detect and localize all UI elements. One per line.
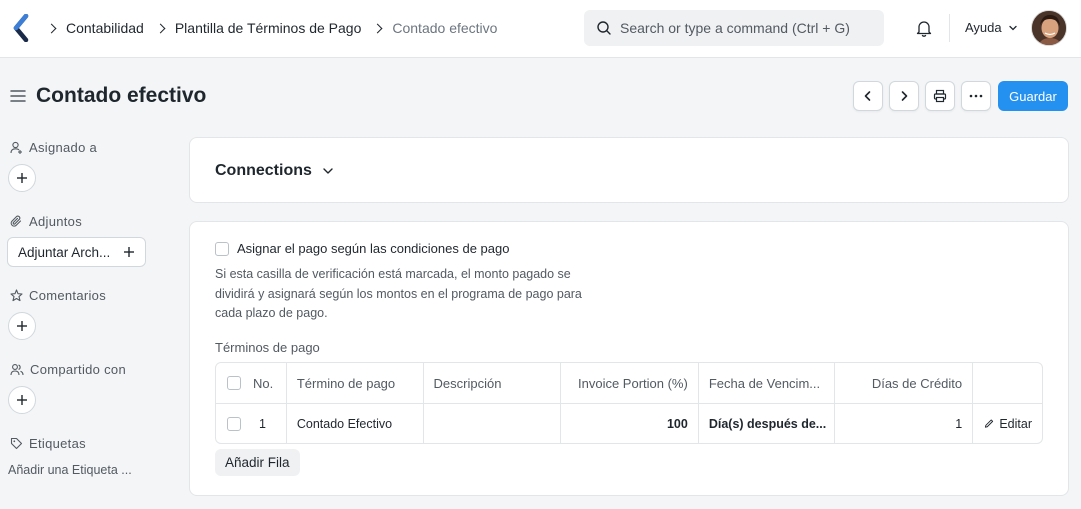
allocate-by-terms-checkbox[interactable] <box>215 241 229 256</box>
attachments-label: Adjuntos <box>29 214 82 229</box>
comments-section: Comentarios <box>10 288 106 303</box>
allocate-by-terms-field: Asignar el pago según las condiciones de… <box>215 241 509 256</box>
row-edit-label: Editar <box>999 416 1032 431</box>
chevron-down-icon <box>1008 25 1017 30</box>
chevron-right-icon <box>155 23 166 33</box>
select-all-checkbox[interactable] <box>227 376 241 390</box>
tags-label: Etiquetas <box>29 436 86 451</box>
save-button[interactable]: Guardar <box>998 81 1068 111</box>
chevron-right-icon <box>46 23 57 33</box>
column-header-portion: Invoice Portion (%) <box>560 363 698 403</box>
payment-terms-table-label: Términos de pago <box>215 340 320 355</box>
top-navbar: Contabilidad Plantilla de Términos de Pa… <box>0 0 1081 58</box>
app-logo-icon[interactable] <box>12 14 30 42</box>
search-icon <box>597 21 611 35</box>
table-header-row: No. Término de pago Descripción Invoice … <box>216 363 1042 403</box>
assigned-to-section: Asignado a <box>10 140 97 155</box>
ellipsis-icon <box>969 94 983 98</box>
add-share-button[interactable] <box>8 386 36 414</box>
pencil-icon <box>985 419 994 428</box>
chevron-left-icon <box>864 91 871 101</box>
navbar-divider <box>949 14 950 42</box>
plus-icon <box>17 395 27 405</box>
chevron-right-icon <box>901 91 908 101</box>
plus-icon <box>124 247 134 257</box>
connections-card: Connections <box>189 137 1069 203</box>
breadcrumb-current[interactable]: Contado efectivo <box>392 20 497 36</box>
column-header-description: Descripción <box>422 363 561 403</box>
row-edit-button[interactable]: Editar <box>972 404 1042 443</box>
row-portion-cell[interactable]: 100 <box>560 404 698 443</box>
notification-bell-icon[interactable] <box>914 18 934 38</box>
row-no-cell: 1 <box>216 404 286 443</box>
connections-toggle[interactable]: Connections <box>215 162 334 180</box>
add-user-icon <box>10 141 22 154</box>
attach-file-label: Adjuntar Arch... <box>18 244 111 260</box>
help-label: Ayuda <box>965 20 1002 35</box>
column-header-credit-days: Días de Crédito <box>834 363 972 403</box>
shared-with-label: Compartido con <box>30 362 126 377</box>
tags-section: Etiquetas <box>10 436 86 451</box>
connections-title: Connections <box>215 162 312 179</box>
chevron-down-icon <box>323 168 333 174</box>
more-actions-button[interactable] <box>961 81 991 111</box>
comments-label: Comentarios <box>29 288 106 303</box>
add-row-button[interactable]: Añadir Fila <box>215 449 300 476</box>
user-avatar-image <box>1032 11 1066 45</box>
paperclip-icon <box>10 215 22 227</box>
star-icon <box>10 289 23 302</box>
tag-icon <box>10 437 23 450</box>
users-icon <box>10 364 24 376</box>
print-button[interactable] <box>925 81 955 111</box>
assigned-to-label: Asignado a <box>29 140 98 155</box>
column-header-due-date: Fecha de Vencim... <box>697 363 835 403</box>
column-header-actions <box>972 363 1042 403</box>
row-term-cell[interactable]: Contado Efectivo <box>285 404 423 443</box>
breadcrumb: Contabilidad Plantilla de Términos de Pa… <box>46 0 497 56</box>
next-record-button[interactable] <box>889 81 919 111</box>
add-tag-link[interactable]: Añadir una Etiqueta ... <box>8 463 132 477</box>
plus-icon <box>17 173 27 183</box>
payment-terms-card: Asignar el pago según las condiciones de… <box>189 221 1069 496</box>
add-comment-button[interactable] <box>8 312 36 340</box>
table-row[interactable]: 1 Contado Efectivo 100 Día(s) después de… <box>216 403 1042 443</box>
row-credit-days-cell[interactable]: 1 <box>834 404 972 443</box>
row-due-date-cell[interactable]: Día(s) después de... <box>697 404 835 443</box>
help-dropdown[interactable]: Ayuda <box>965 20 1018 35</box>
breadcrumb-plantilla[interactable]: Plantilla de Términos de Pago <box>175 20 362 36</box>
plus-icon <box>17 321 27 331</box>
header-no-cell: No. <box>216 363 286 403</box>
add-assignee-button[interactable] <box>8 164 36 192</box>
attach-file-button[interactable]: Adjuntar Arch... <box>7 237 146 267</box>
allocate-by-terms-label: Asignar el pago según las condiciones de… <box>237 241 510 256</box>
shared-with-section: Compartido con <box>10 362 126 377</box>
row-no: 1 <box>259 416 266 431</box>
page-title: Contado efectivo <box>36 84 207 107</box>
search-bar[interactable] <box>584 10 884 46</box>
payment-terms-table: No. Término de pago Descripción Invoice … <box>215 362 1043 444</box>
row-description-cell[interactable] <box>422 404 561 443</box>
allocate-help-text: Si esta casilla de verificación está mar… <box>215 267 582 320</box>
attachments-section: Adjuntos <box>10 214 82 229</box>
sidebar-toggle-icon[interactable] <box>10 89 26 103</box>
row-due-date-value: Día(s) después de... <box>708 416 827 431</box>
search-input[interactable] <box>620 20 870 36</box>
row-select-checkbox[interactable] <box>227 416 241 431</box>
column-header-no: No. <box>253 375 274 391</box>
previous-record-button[interactable] <box>853 81 883 111</box>
printer-icon <box>933 89 947 103</box>
page-header: Contado efectivo Guardar <box>0 76 1081 116</box>
column-header-term: Término de pago <box>285 363 423 403</box>
user-avatar[interactable] <box>1031 10 1067 46</box>
breadcrumb-contabilidad[interactable]: Contabilidad <box>66 20 144 36</box>
chevron-right-icon <box>372 23 383 33</box>
